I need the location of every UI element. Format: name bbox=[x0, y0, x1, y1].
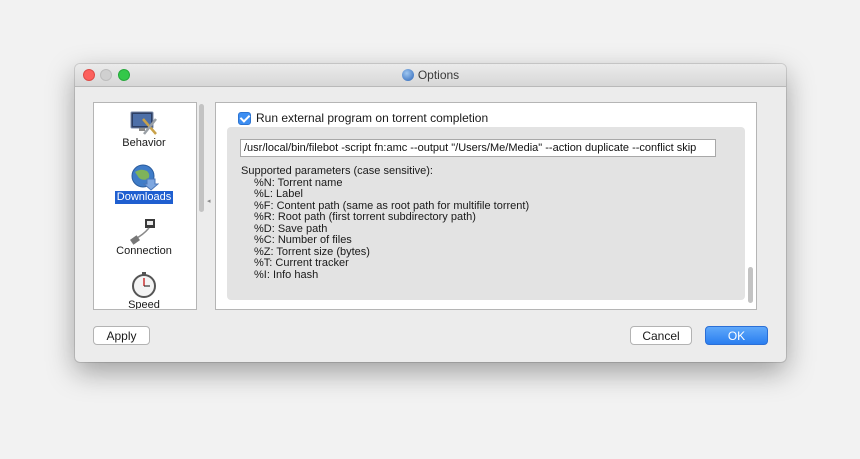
splitter-handle-icon[interactable]: ◂ bbox=[207, 197, 211, 205]
sidebar-item-label: Connection bbox=[116, 245, 172, 257]
sidebar-item-behavior[interactable]: Behavior bbox=[94, 109, 194, 150]
sidebar-item-label: Behavior bbox=[122, 137, 166, 149]
sidebar-item-speed[interactable]: Speed bbox=[94, 271, 194, 310]
downloads-icon bbox=[129, 163, 160, 191]
ok-button[interactable]: OK bbox=[705, 326, 768, 345]
external-program-command-field[interactable]: /usr/local/bin/filebot -script fn:amc --… bbox=[240, 139, 716, 157]
supported-parameters: Supported parameters (case sensitive): %… bbox=[241, 165, 529, 281]
window-title-text: Options bbox=[417, 68, 460, 82]
parameter-item: %I: Info hash bbox=[254, 268, 319, 281]
external-program-group: /usr/local/bin/filebot -script fn:amc --… bbox=[227, 127, 745, 300]
options-window: Options Behavior Downloads Connection Sp… bbox=[75, 64, 786, 362]
run-external-program-checkbox[interactable] bbox=[238, 111, 251, 125]
sidebar-scrollbar[interactable] bbox=[197, 102, 206, 308]
sidebar-item-label: Speed bbox=[128, 299, 160, 310]
supported-parameters-heading: Supported parameters (case sensitive): bbox=[241, 165, 433, 177]
behavior-icon bbox=[129, 109, 159, 137]
parameter-item: %C: Number of files bbox=[254, 234, 352, 246]
parameter-item: %L: Label bbox=[254, 188, 303, 200]
panel-scrollbar[interactable] bbox=[746, 105, 755, 305]
run-external-program-label[interactable]: Run external program on torrent completi… bbox=[256, 111, 488, 125]
parameter-item: %R: Root path (first torrent subdirector… bbox=[254, 211, 476, 223]
parameter-item: %T: Current tracker bbox=[254, 257, 349, 269]
title-bar[interactable]: Options bbox=[75, 64, 786, 87]
connection-icon bbox=[129, 217, 159, 245]
sidebar-item-label: Downloads bbox=[114, 191, 174, 204]
panel-scrollbar-thumb[interactable] bbox=[748, 267, 753, 303]
app-icon bbox=[401, 69, 414, 81]
cancel-button[interactable]: Cancel bbox=[630, 326, 692, 345]
speed-icon bbox=[129, 271, 159, 299]
window-title: Options bbox=[75, 68, 786, 82]
apply-button[interactable]: Apply bbox=[93, 326, 150, 345]
run-external-program-option[interactable]: Run external program on torrent completi… bbox=[238, 111, 488, 125]
sidebar-item-downloads[interactable]: Downloads bbox=[94, 163, 194, 204]
category-sidebar[interactable]: Behavior Downloads Connection Speed bbox=[93, 102, 197, 310]
downloads-panel: Run external program on torrent completi… bbox=[215, 102, 757, 310]
sidebar-item-connection[interactable]: Connection bbox=[94, 217, 194, 258]
sidebar-scrollbar-thumb[interactable] bbox=[199, 104, 204, 212]
